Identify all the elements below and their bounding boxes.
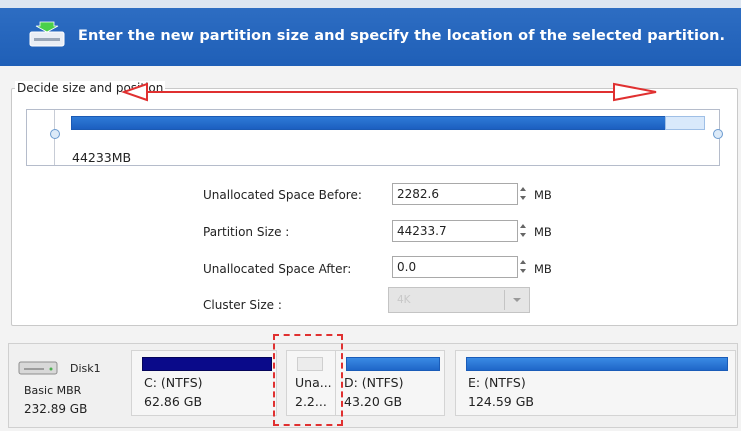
- partition-slider[interactable]: 44233MB: [26, 109, 720, 166]
- partition-d[interactable]: D: (NTFS) 43.20 GB: [335, 350, 445, 416]
- hard-disk-icon: [18, 361, 58, 375]
- before-input[interactable]: 2282.6: [392, 183, 518, 205]
- partition-c-name: C: (NTFS): [144, 375, 203, 390]
- header-top-strip: [0, 0, 741, 8]
- partition-e-name: E: (NTFS): [468, 375, 526, 390]
- annotation-dashed-box: [273, 334, 343, 426]
- spin-up-icon[interactable]: [520, 224, 526, 228]
- before-label: Unallocated Space Before:: [203, 188, 362, 202]
- disk-name: Disk1: [70, 362, 101, 375]
- size-spinner[interactable]: [519, 220, 529, 242]
- spin-up-icon[interactable]: [520, 187, 526, 191]
- size-unit: MB: [534, 225, 552, 239]
- after-label: Unallocated Space After:: [203, 262, 352, 276]
- partition-c-bar: [142, 357, 272, 371]
- cluster-dropdown-button[interactable]: [504, 290, 528, 310]
- partition-c[interactable]: C: (NTFS) 62.86 GB: [131, 350, 277, 416]
- disk-type: Basic MBR: [24, 384, 82, 397]
- chevron-down-icon: [513, 298, 521, 302]
- disk-size: 232.89 GB: [24, 402, 88, 416]
- slider-size-label: 44233MB: [72, 150, 132, 165]
- cluster-size-select[interactable]: 4K: [388, 287, 530, 313]
- slider-left-handle[interactable]: [50, 129, 60, 139]
- partition-d-name: D: (NTFS): [344, 375, 404, 390]
- spin-up-icon[interactable]: [520, 260, 526, 264]
- cluster-size-value: 4K: [397, 294, 411, 306]
- slider-right-handle[interactable]: [713, 129, 723, 139]
- slider-filled-bar[interactable]: [71, 116, 705, 130]
- after-unit: MB: [534, 262, 552, 276]
- group-legend: Decide size and position: [15, 81, 166, 95]
- partition-d-bar: [346, 357, 440, 371]
- size-label: Partition Size :: [203, 225, 290, 239]
- cluster-label: Cluster Size :: [203, 298, 282, 312]
- spin-down-icon[interactable]: [520, 233, 526, 237]
- partition-e-bar: [466, 357, 728, 371]
- partition-d-size: 43.20 GB: [344, 394, 403, 409]
- spin-down-icon[interactable]: [520, 196, 526, 200]
- partition-e-size: 124.59 GB: [468, 394, 534, 409]
- spin-down-icon[interactable]: [520, 269, 526, 273]
- before-unit: MB: [534, 188, 552, 202]
- slider-bar-end: [665, 116, 705, 130]
- partition-e[interactable]: E: (NTFS) 124.59 GB: [455, 350, 736, 416]
- after-spinner[interactable]: [519, 256, 529, 278]
- partition-disk-icon: [29, 21, 65, 47]
- before-spinner[interactable]: [519, 183, 529, 205]
- partition-c-size: 62.86 GB: [144, 394, 203, 409]
- dialog-header: Enter the new partition size and specify…: [0, 0, 741, 66]
- header-title: Enter the new partition size and specify…: [78, 28, 726, 44]
- after-input[interactable]: 0.0: [392, 256, 518, 278]
- size-input[interactable]: 44233.7: [392, 220, 518, 242]
